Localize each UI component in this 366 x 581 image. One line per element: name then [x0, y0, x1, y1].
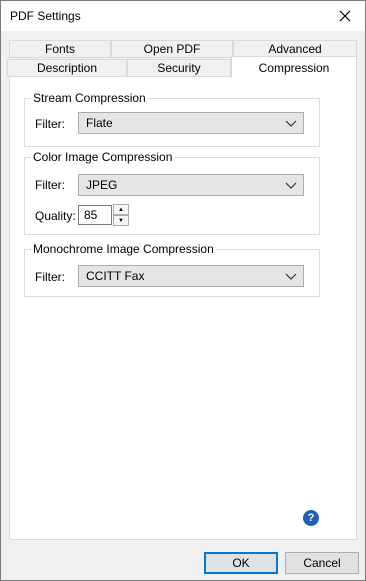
pdf-settings-dialog: PDF Settings Fonts Open PDF Advanced Des…: [0, 0, 366, 581]
tab-compression[interactable]: Compression: [231, 56, 357, 78]
stream-filter-select[interactable]: Flate: [78, 112, 304, 134]
close-icon: [339, 10, 351, 22]
close-button[interactable]: [325, 1, 365, 31]
color-compression-legend: Color Image Compression: [31, 150, 175, 164]
window-title: PDF Settings: [10, 9, 81, 23]
color-filter-select[interactable]: JPEG: [78, 174, 304, 196]
tab-description[interactable]: Description: [7, 59, 127, 77]
quality-input[interactable]: 85: [78, 205, 112, 225]
color-filter-label: Filter:: [35, 178, 65, 192]
help-icon[interactable]: ?: [303, 510, 319, 526]
title-bar: PDF Settings: [1, 1, 365, 31]
tab-fonts[interactable]: Fonts: [9, 40, 111, 58]
spin-up-icon[interactable]: ▲: [113, 204, 129, 215]
color-image-compression-group: Color Image Compression Filter: JPEG Qua…: [24, 150, 320, 235]
tab-security[interactable]: Security: [127, 59, 231, 77]
chevron-down-icon: [285, 120, 297, 127]
quality-stepper[interactable]: ▲ ▼: [113, 204, 129, 226]
spin-down-icon[interactable]: ▼: [113, 215, 129, 226]
chevron-down-icon: [285, 273, 297, 280]
monochrome-compression-group: Monochrome Image Compression Filter: CCI…: [24, 242, 320, 297]
ok-button[interactable]: OK: [204, 552, 278, 574]
mono-filter-label: Filter:: [35, 270, 65, 284]
cancel-button[interactable]: Cancel: [285, 552, 359, 574]
tab-open-pdf[interactable]: Open PDF: [111, 40, 233, 58]
mono-filter-select[interactable]: CCITT Fax: [78, 265, 304, 287]
stream-filter-label: Filter:: [35, 117, 65, 131]
chevron-down-icon: [285, 182, 297, 189]
stream-compression-legend: Stream Compression: [31, 91, 148, 105]
stream-compression-group: Stream Compression Filter: Flate: [24, 91, 320, 147]
mono-compression-legend: Monochrome Image Compression: [31, 242, 216, 256]
compression-panel: Stream Compression Filter: Flate Color I…: [9, 76, 357, 540]
quality-label: Quality:: [35, 209, 76, 223]
